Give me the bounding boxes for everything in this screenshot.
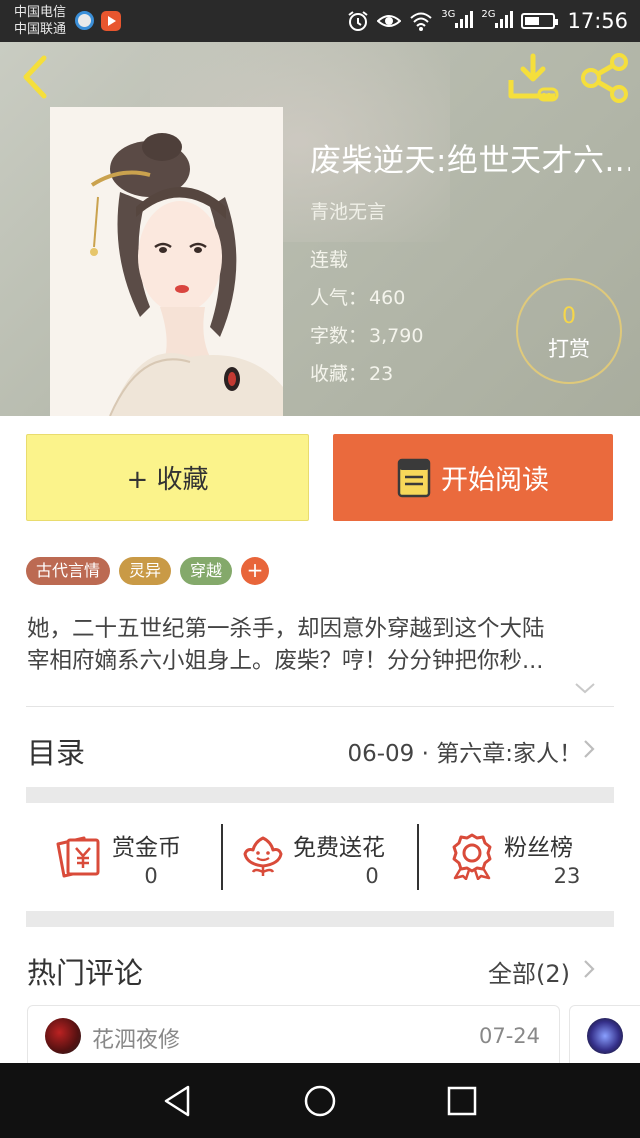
start-reading-button[interactable]: 开始阅读 <box>333 434 613 521</box>
medal-icon <box>452 833 492 880</box>
carrier-info: 中国电信 中国联通 <box>14 4 66 38</box>
book-title: 废柴逆天:绝世天才六... <box>310 143 630 179</box>
wifi-icon <box>410 12 432 31</box>
tag-ancient-romance[interactable]: 古代言情 <box>26 557 111 585</box>
back-icon[interactable] <box>12 52 58 102</box>
word-count-label: 字数： <box>310 325 368 347</box>
reward-label: 打赏 <box>548 337 590 361</box>
favorites-label: 收藏： <box>310 363 368 385</box>
book-icon <box>397 458 431 497</box>
chevron-right-icon[interactable] <box>582 738 596 760</box>
genre-tags: 古代言情 灵异 穿越 + <box>26 557 270 585</box>
section-separator <box>26 787 614 803</box>
description-line-1: 她，二十五世纪第一杀手，却因意外穿越到这个大陆 <box>27 616 545 642</box>
reward-button[interactable]: 0 打赏 <box>516 278 622 384</box>
book-header: 废柴逆天:绝世天才六... 青池无言 连载 人气： 460 字数： 3,790 收藏… <box>0 42 640 416</box>
coins-value: 0 <box>144 864 158 888</box>
notification-app-icon <box>75 11 94 30</box>
latest-chapter[interactable]: 06-09 · 第六章:家人！ <box>347 734 582 768</box>
serial-status: 连载 <box>310 249 349 271</box>
popularity-value: 460 <box>369 287 406 309</box>
word-count-value: 3,790 <box>369 325 424 347</box>
status-bar: 中国电信 中国联通 3G 2G 17:56 <box>0 0 640 42</box>
add-tag-button[interactable]: + <box>241 557 270 585</box>
description-line-2: 宰相府嫡系六小姐身上。废柴？哼！分分钟把你秒... <box>27 648 544 674</box>
word-count: 字数： 3,790 <box>310 321 423 348</box>
favorites-value: 23 <box>369 363 394 385</box>
flowers-stat[interactable]: 免费送花 0 <box>223 822 417 892</box>
fans-stat[interactable]: 粉丝榜 23 <box>419 822 614 892</box>
divider <box>26 706 614 707</box>
flowers-label: 免费送花 <box>293 835 385 861</box>
coins-stat[interactable]: 赏金币 0 <box>26 822 222 892</box>
flower-icon <box>243 836 283 876</box>
home-nav-icon[interactable] <box>302 1083 338 1119</box>
fans-label: 粉丝榜 <box>504 835 573 861</box>
eye-icon <box>377 15 402 27</box>
author-name[interactable]: 青池无言 <box>310 197 386 224</box>
popularity-label: 人气： <box>310 287 368 309</box>
download-icon[interactable] <box>505 52 561 104</box>
carrier-2: 中国联通 <box>14 22 67 37</box>
status-icons: 3G 2G 17:56 <box>347 7 628 35</box>
all-comments-link[interactable]: 全部(2) <box>488 954 570 989</box>
tag-supernatural[interactable]: 灵异 <box>119 557 172 585</box>
reward-count: 0 <box>562 304 576 329</box>
battery-icon <box>521 13 559 29</box>
coin-envelope-icon <box>56 836 100 878</box>
chevron-down-icon[interactable] <box>573 680 597 696</box>
system-navigation-bar <box>0 1063 640 1138</box>
alarm-icon <box>348 11 368 31</box>
section-separator <box>26 911 614 927</box>
video-app-icon <box>101 11 121 31</box>
add-favorite-label: + 收藏 <box>126 465 209 495</box>
tag-time-travel[interactable]: 穿越 <box>180 557 233 585</box>
book-description[interactable]: 她，二十五世纪第一杀手，却因意外穿越到这个大陆 宰相府嫡系六小姐身上。废柴？哼！… <box>27 613 613 677</box>
avatar[interactable] <box>587 1018 623 1054</box>
signal-2g-icon: 2G <box>481 9 514 33</box>
carrier-1: 中国电信 <box>14 5 67 20</box>
signal-3g-icon: 3G <box>441 9 474 33</box>
coins-label: 赏金币 <box>112 835 181 861</box>
book-cover <box>50 107 283 416</box>
back-nav-icon[interactable] <box>160 1083 196 1119</box>
cover-illustration <box>50 107 283 416</box>
support-stats: 赏金币 0 免费送花 0 粉丝榜 23 <box>26 822 614 892</box>
popularity: 人气： 460 <box>310 283 405 310</box>
share-icon[interactable] <box>577 52 633 104</box>
comment-username[interactable]: 花泗夜修 <box>92 1022 180 1054</box>
fans-value: 23 <box>553 864 581 888</box>
catalog-label[interactable]: 目录 <box>27 730 85 772</box>
flowers-value: 0 <box>365 864 379 888</box>
start-reading-label: 开始阅读 <box>441 465 549 496</box>
hot-comments-title: 热门评论 <box>27 956 144 990</box>
chevron-right-icon[interactable] <box>582 958 596 980</box>
add-favorite-button[interactable]: + 收藏 <box>26 434 309 521</box>
recents-nav-icon[interactable] <box>444 1083 480 1119</box>
clock: 17:56 <box>567 9 628 33</box>
favorites-count: 收藏： 23 <box>310 359 393 386</box>
comment-date: 07-24 <box>478 1024 540 1048</box>
avatar[interactable] <box>45 1018 81 1054</box>
